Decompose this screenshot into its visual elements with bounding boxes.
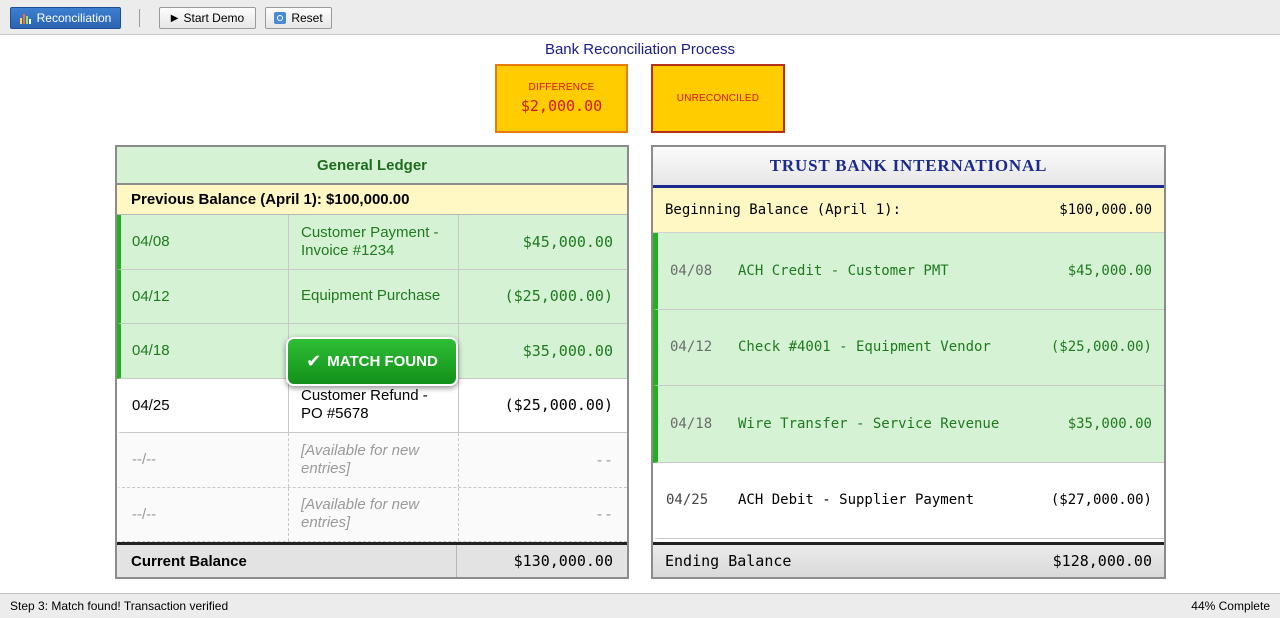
ledger-row-date: --/-- (121, 487, 289, 541)
ledger-title: General Ledger (117, 147, 627, 185)
ledger-current-balance: Current Balance $130,000.00 (117, 542, 627, 577)
ending-balance-value: $128,000.00 (1052, 552, 1152, 570)
bank-row-amount: ($27,000.00) (1050, 492, 1152, 509)
ledger-previous-balance: Previous Balance (April 1): $100,000.00 (117, 185, 627, 215)
ledger-row-description: Customer Refund - PO #5678 (289, 378, 459, 432)
bank-row[interactable]: 04/25 ACH Debit - Supplier Payment ($27,… (653, 462, 1164, 539)
play-icon: ▶ (170, 12, 179, 24)
bank-title: TRUST BANK INTERNATIONAL (653, 147, 1164, 188)
reset-icon (274, 12, 287, 24)
ledger-row[interactable]: 04/08 Customer Payment - Invoice #1234 $… (117, 215, 627, 270)
bank-row-description: Wire Transfer - Service Revenue (738, 415, 1000, 432)
bank-statement-panel: TRUST BANK INTERNATIONAL Beginning Balan… (651, 145, 1166, 579)
toolbar: Reconciliation ▶ Start Demo Reset (0, 0, 1280, 35)
ledger-row-amount: $45,000.00 (522, 232, 613, 251)
ledger-row-description: Equipment Purchase (289, 269, 459, 323)
ledger-row-date: 04/25 (121, 378, 289, 432)
bank-row-description: Check #4001 - Equipment Vendor (738, 339, 991, 356)
status-tile: UNRECONCILED (651, 64, 785, 133)
bar-chart-icon (19, 13, 32, 24)
check-icon: ✔ (306, 351, 322, 371)
start-demo-button[interactable]: ▶ Start Demo (159, 7, 256, 29)
reconciliation-label: Reconciliation (36, 11, 112, 25)
ledger-row-date: --/-- (121, 433, 289, 487)
difference-value: $2,000.00 (520, 97, 603, 115)
ledger-row-amount: ($25,000.00) (504, 396, 613, 415)
start-demo-label: Start Demo (183, 11, 245, 25)
ledger-row-amount: -- (594, 450, 613, 469)
bank-row[interactable]: 04/08 ACH Credit - Customer PMT $45,000.… (653, 233, 1164, 310)
toolbar-divider (139, 9, 140, 27)
ledger-row[interactable]: 04/25 Customer Refund - PO #5678 ($25,00… (117, 378, 627, 433)
ledger-row-date: 04/08 (121, 215, 289, 269)
bank-row[interactable]: 04/18 Wire Transfer - Service Revenue $3… (653, 386, 1164, 463)
bank-row-date: 04/12 (670, 339, 713, 356)
reset-label: Reset (291, 11, 323, 25)
status-bar: Step 3: Match found! Transaction verifie… (0, 593, 1280, 618)
bank-row-amount: $35,000.00 (1067, 415, 1152, 432)
difference-tile: DIFFERENCE $2,000.00 (495, 64, 628, 133)
status-label: UNRECONCILED (676, 93, 760, 104)
status-message: Step 3: Match found! Transaction verifie… (10, 599, 229, 613)
ledger-row-date: 04/12 (121, 269, 289, 323)
page-title: Bank Reconciliation Process (544, 41, 736, 58)
reset-button[interactable]: Reset (265, 7, 332, 29)
bank-row-date: 04/18 (670, 415, 713, 432)
bank-row-amount: $45,000.00 (1067, 262, 1152, 279)
bank-beginning-balance: Beginning Balance (April 1): $100,000.00 (653, 188, 1164, 233)
ledger-row-description: [Available for new entries] (289, 433, 459, 487)
ending-balance-label: Ending Balance (665, 552, 792, 570)
ledger-row-amount: -- (594, 505, 613, 524)
bank-row[interactable]: 04/12 Check #4001 - Equipment Vendor ($2… (653, 309, 1164, 386)
reconciliation-button[interactable]: Reconciliation (10, 7, 121, 29)
bank-row-date: 04/25 (666, 492, 709, 509)
bank-row-amount: ($25,000.00) (1050, 339, 1152, 356)
ledger-row-empty[interactable]: --/-- [Available for new entries] -- (117, 487, 627, 542)
ledger-row-empty[interactable]: --/-- [Available for new entries] -- (117, 433, 627, 488)
beginning-balance-label: Beginning Balance (April 1): (665, 202, 902, 218)
current-balance-value: $130,000.00 (513, 552, 613, 570)
difference-label: DIFFERENCE (528, 82, 595, 93)
match-found-label: MATCH FOUND (327, 353, 438, 370)
progress-text: 44% Complete (1191, 599, 1270, 613)
bank-row-date: 04/08 (670, 262, 713, 279)
ledger-row-amount: ($25,000.00) (504, 287, 613, 306)
bank-row-description: ACH Debit - Supplier Payment (738, 492, 975, 509)
ledger-row-amount: $35,000.00 (522, 341, 613, 360)
ledger-row[interactable]: 04/12 Equipment Purchase ($25,000.00) (117, 269, 627, 324)
match-found-badge: ✔ MATCH FOUND (286, 337, 458, 386)
ledger-row-description: Customer Payment - Invoice #1234 (289, 215, 459, 269)
ledger-row-date: 04/18 (121, 324, 289, 378)
bank-row-description: ACH Credit - Customer PMT (738, 262, 949, 279)
beginning-balance-value: $100,000.00 (1059, 202, 1152, 218)
bank-ending-balance: Ending Balance $128,000.00 (653, 542, 1164, 577)
ledger-row-description: [Available for new entries] (289, 487, 459, 541)
current-balance-label: Current Balance (117, 545, 457, 577)
